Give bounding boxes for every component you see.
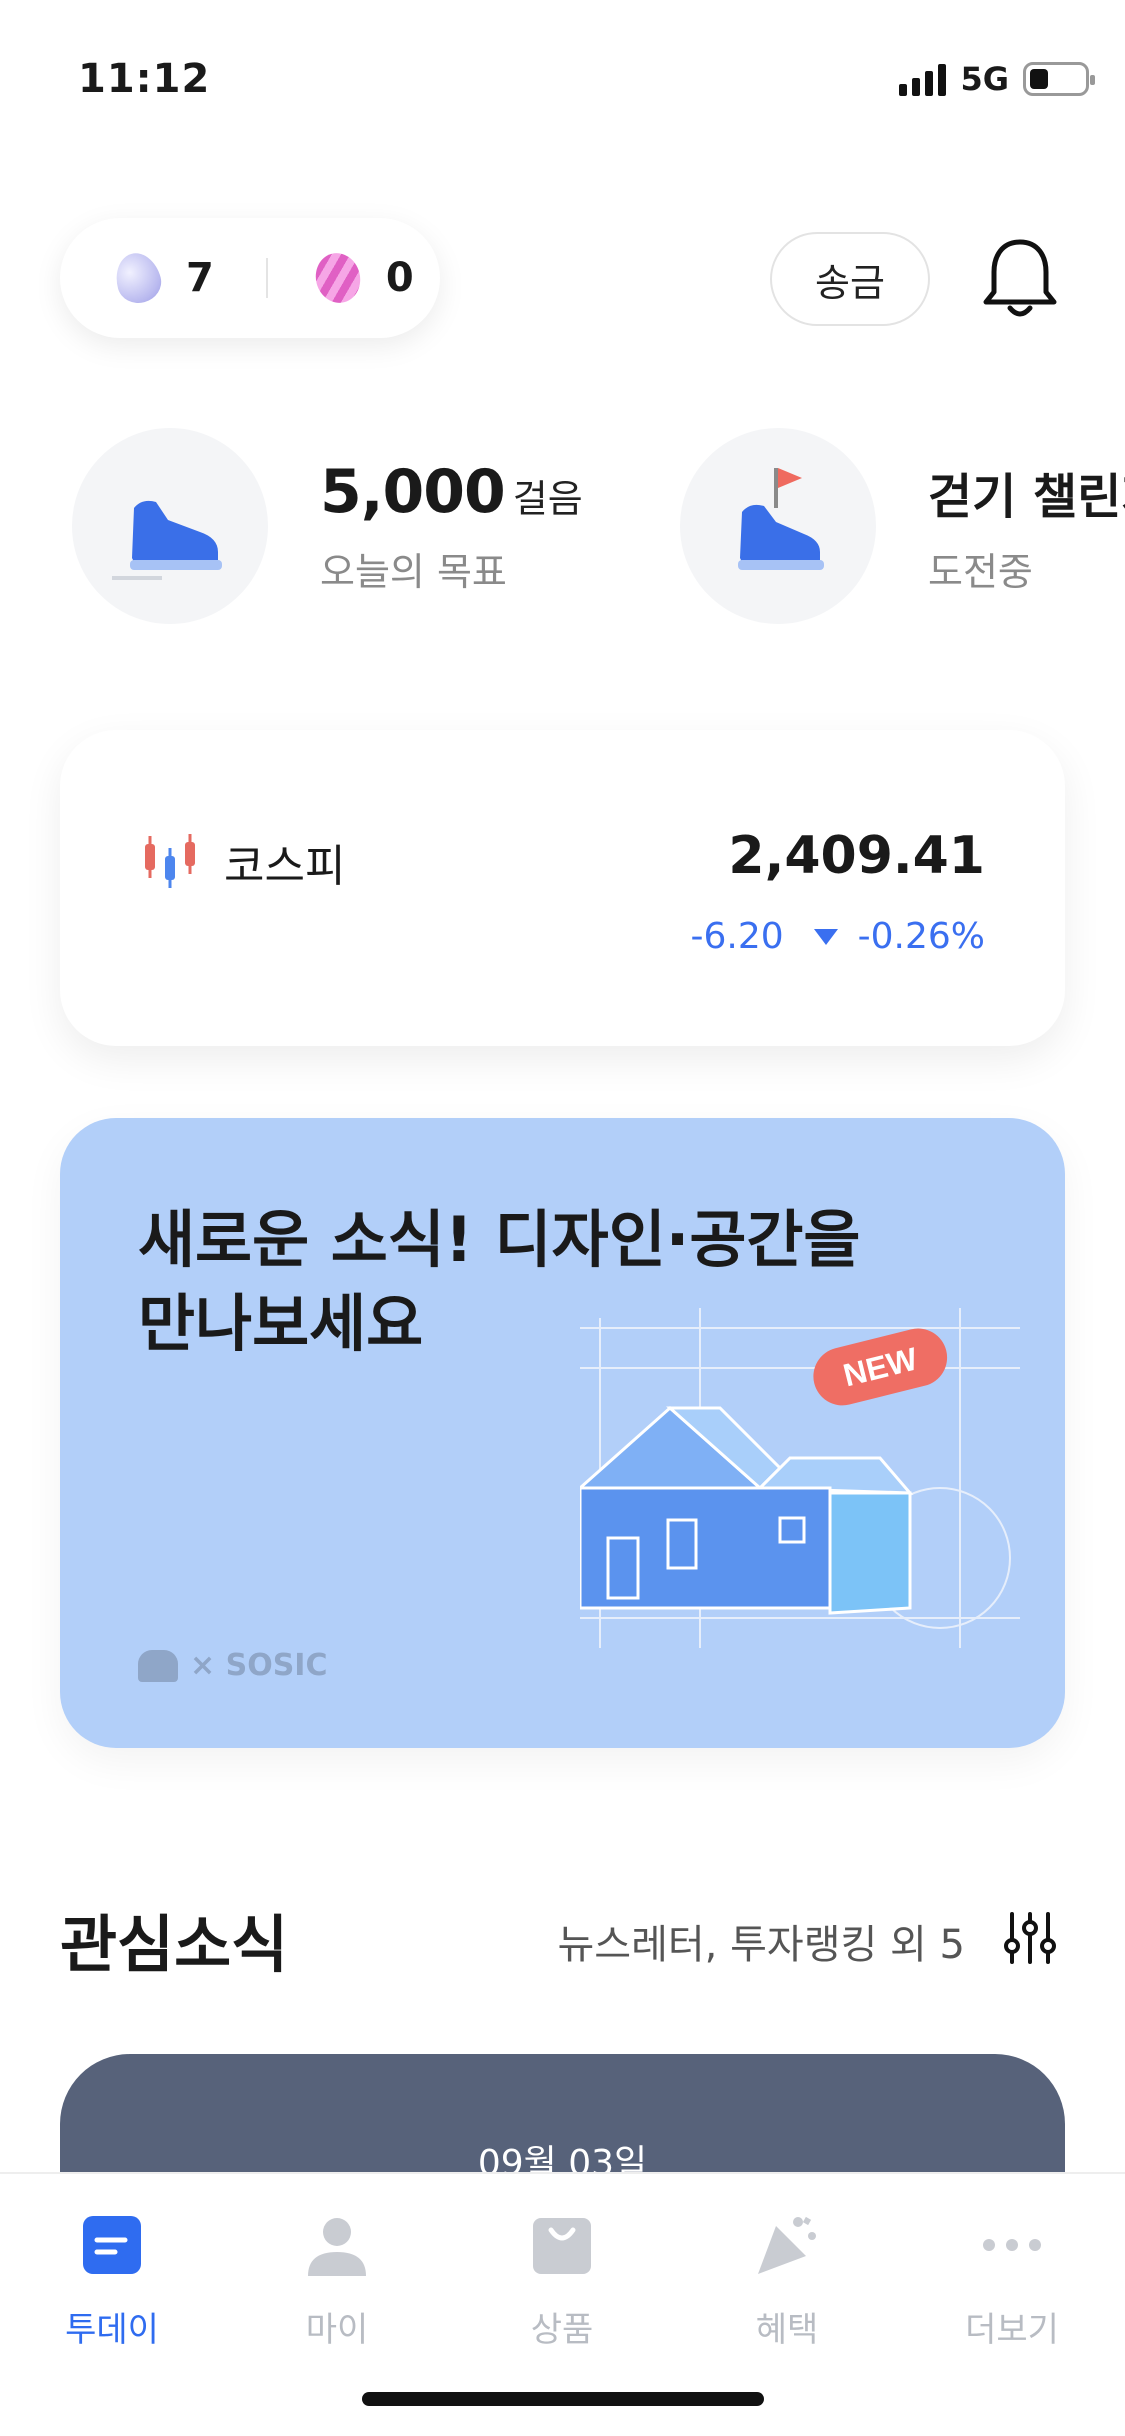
interest-section-title: 관심소식 [60, 1908, 289, 1981]
walking-challenge-card[interactable]: 걷기 챌린지 도전중 [680, 428, 1125, 624]
settings-sliders-icon[interactable] [1002, 1910, 1058, 1966]
water-drop-icon [110, 248, 166, 308]
brand-logo-icon [138, 1649, 178, 1682]
home-indicator[interactable] [362, 2392, 764, 2406]
person-icon [308, 2218, 366, 2276]
party-popper-icon [758, 2216, 816, 2274]
shopping-bag-icon [533, 2218, 591, 2274]
step-goal-card[interactable]: 5,000 걸음 오늘의 목표 [72, 428, 583, 624]
tab-benefits-label: 혜택 [755, 2310, 819, 2350]
bell-icon[interactable] [982, 236, 1058, 322]
tab-products[interactable]: 상품 [472, 2212, 652, 2351]
tab-benefits[interactable]: 혜택 [697, 2212, 877, 2351]
battery-level [1030, 69, 1049, 89]
kospi-change-percent: -0.26% [857, 916, 985, 957]
house-illustration: NEW [580, 1308, 1020, 1648]
tab-today-label: 투데이 [65, 2310, 159, 2350]
tab-more-label: 더보기 [965, 2310, 1059, 2350]
step-goal-value: 5,000 [320, 456, 506, 527]
status-indicators: 5G [899, 60, 1095, 98]
pill-divider [265, 258, 268, 298]
kospi-change-row: -6.20 -0.26% [690, 916, 985, 957]
kospi-change: -6.20 [690, 916, 784, 957]
tab-my-label: 마이 [305, 2310, 369, 2350]
tab-products-label: 상품 [530, 2310, 594, 2350]
today-icon [83, 2216, 141, 2274]
step-goal-subtitle: 오늘의 목표 [320, 549, 507, 594]
challenge-sneaker-icon [680, 428, 876, 624]
points-pill[interactable]: 7 0 [60, 218, 440, 338]
status-time: 11:12 [78, 56, 211, 102]
network-type: 5G [960, 60, 1009, 98]
interest-summary[interactable]: 뉴스레터, 투자랭킹 외 5 [557, 1912, 965, 1970]
more-dots-icon [983, 2239, 1041, 2251]
battery-icon [1023, 62, 1095, 96]
tab-today[interactable]: 투데이 [22, 2212, 202, 2351]
drop-count: 7 [186, 255, 214, 301]
challenge-subtitle: 도전중 [928, 549, 1033, 594]
kospi-name: 코스피 [224, 841, 346, 892]
candy-count: 0 [385, 255, 414, 301]
kospi-value: 2,409.41 [728, 826, 985, 886]
banner-brand: × SOSIC [138, 1648, 327, 1683]
promo-banner[interactable]: 새로운 소식! 디자인·공간을 만나보세요 NEW × SOSIC [60, 1118, 1065, 1748]
kospi-card[interactable]: 코스피 2,409.41 -6.20 -0.26% [60, 730, 1065, 1046]
tab-my[interactable]: 마이 [247, 2212, 427, 2351]
step-goal-unit: 걸음 [512, 476, 583, 521]
challenge-title: 걷기 챌린지 [928, 468, 1125, 525]
status-bar: 11:12 5G [0, 0, 1125, 140]
candlestick-chart-icon [145, 834, 195, 888]
send-money-button[interactable]: 송금 [770, 232, 930, 326]
candy-icon [310, 248, 366, 308]
tab-more[interactable]: 더보기 [922, 2212, 1102, 2351]
down-arrow-icon [813, 928, 838, 945]
point-candy: 0 [310, 248, 414, 308]
sneaker-icon [72, 428, 268, 624]
signal-icon [899, 62, 947, 96]
point-drop: 7 [110, 248, 214, 308]
banner-brand-text: × SOSIC [190, 1648, 328, 1683]
